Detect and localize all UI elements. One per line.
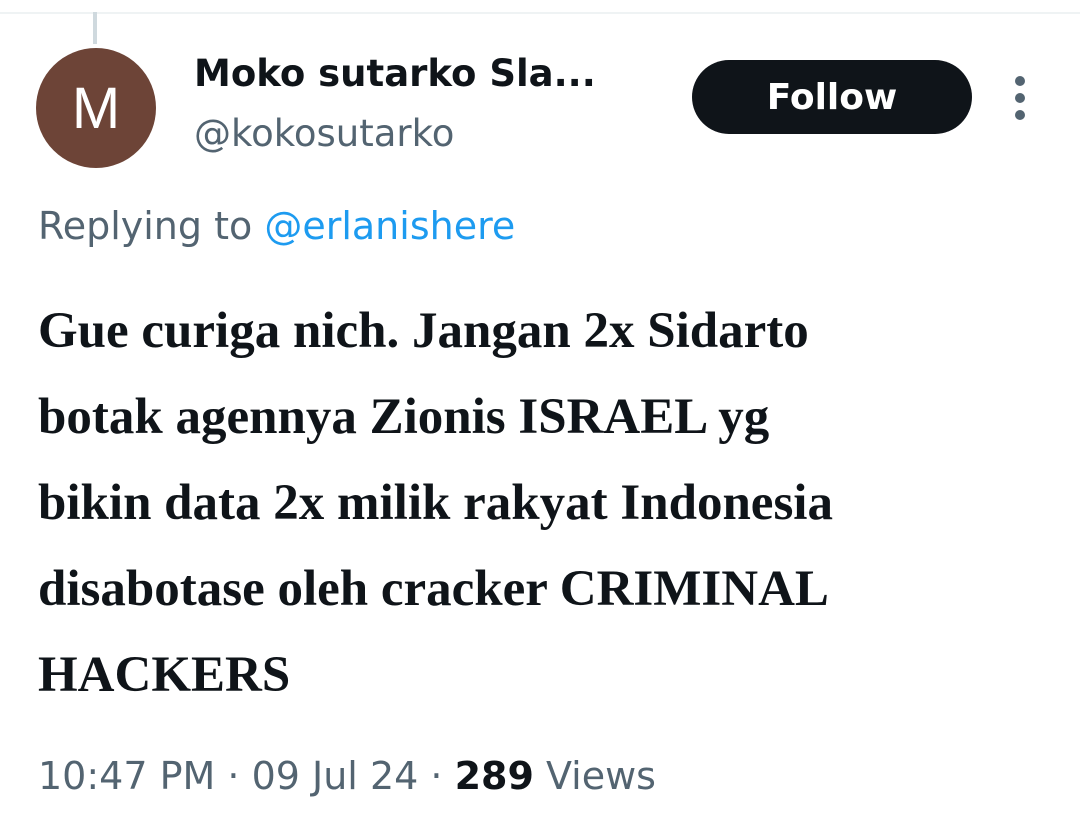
author-display-name[interactable]: Moko sutarko Sla... — [194, 52, 596, 95]
views-count[interactable]: 289 — [455, 754, 534, 798]
more-dot — [1015, 110, 1025, 120]
follow-button-label: Follow — [766, 76, 898, 118]
thread-connector-line — [93, 12, 97, 44]
tweet-meta: 10:47 PM · 09 Jul 24 · 289 Views — [38, 754, 656, 798]
avatar[interactable]: M — [36, 48, 156, 168]
meta-separator: · — [430, 754, 443, 798]
author-handle[interactable]: @kokosutarko — [194, 112, 454, 155]
replying-to-label: Replying to — [38, 204, 253, 248]
more-dot — [1015, 76, 1025, 86]
more-dot — [1015, 93, 1025, 103]
views-label: Views — [546, 754, 656, 798]
reply-to-mention-link[interactable]: @erlanishere — [264, 204, 515, 248]
top-divider — [0, 12, 1080, 14]
more-options-icon[interactable] — [1004, 76, 1036, 120]
tweet-time[interactable]: 10:47 PM — [38, 754, 215, 798]
avatar-initial: M — [71, 75, 121, 141]
tweet-date[interactable]: 09 Jul 24 — [252, 754, 419, 798]
meta-separator: · — [227, 754, 240, 798]
replying-to-line: Replying to @erlanishere — [38, 204, 515, 248]
follow-button[interactable]: Follow — [692, 60, 972, 134]
tweet-text: Gue curiga nich. Jangan 2x Sidarto botak… — [38, 303, 833, 703]
